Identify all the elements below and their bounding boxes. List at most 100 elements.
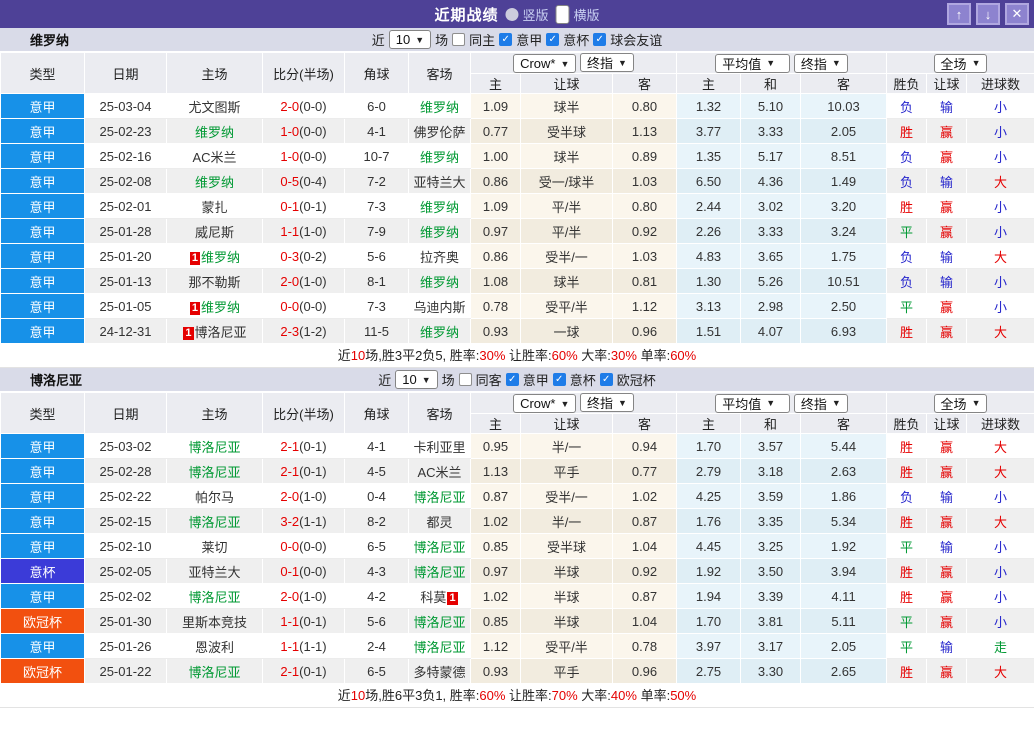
match-count-select[interactable]: 10 ▼ — [388, 30, 432, 49]
handicap-line: 球半 — [520, 143, 613, 169]
avg-source-select[interactable]: 平均值 ▼ — [715, 393, 791, 413]
fulltime-score: 2-0 — [280, 488, 300, 504]
avg-home-odds: 1.32 — [676, 93, 742, 119]
result-goals: 大 — [966, 508, 1034, 534]
avg-draw-odds: 3.33 — [740, 118, 802, 144]
checkbox-意杯[interactable]: ✓ — [546, 33, 560, 46]
handicap-line: 平手 — [520, 458, 613, 484]
column-header: 类型 — [0, 52, 85, 94]
result-outcome: 负 — [886, 268, 928, 294]
match-count-select[interactable]: 10 ▼ — [395, 370, 438, 389]
result-handicap: 赢 — [926, 318, 968, 344]
checkbox-意杯[interactable]: ✓ — [552, 373, 566, 386]
avg-away-odds: 1.49 — [800, 168, 888, 194]
fulltime-score: 0-5 — [280, 173, 300, 189]
avg-stage-select[interactable]: 终指 ▼ — [793, 393, 848, 413]
checkbox-意甲[interactable]: ✓ — [499, 33, 513, 46]
result-outcome: 负 — [886, 168, 928, 194]
move-up-button[interactable]: ↑ — [947, 3, 971, 25]
result-handicap: 输 — [926, 168, 968, 194]
team-name: 维罗纳 — [194, 174, 234, 190]
summary-text: 大率: — [577, 688, 611, 703]
away-team-cell: 多特蒙德 — [408, 658, 471, 684]
summary-text: 单率: — [636, 348, 671, 363]
checkbox-同客[interactable] — [458, 373, 472, 386]
team-name: 恩波利 — [194, 639, 234, 655]
avg-home-odds: 1.70 — [676, 433, 742, 459]
home-team-cell: 博洛尼亚 — [166, 583, 263, 609]
handicap-home-odds: 1.02 — [470, 583, 521, 609]
match-date: 25-02-23 — [84, 118, 167, 144]
avg-source-select-value: 平均值 — [722, 396, 762, 412]
checkbox-意甲[interactable]: ✓ — [505, 373, 519, 386]
checkbox-球会友谊[interactable]: ✓ — [593, 33, 607, 46]
team-name: 威尼斯 — [194, 224, 234, 240]
checkbox-欧冠杯[interactable]: ✓ — [599, 373, 613, 386]
avg-source-select[interactable]: 平均值 ▼ — [715, 53, 791, 73]
period-select[interactable]: 全场 ▼ — [933, 393, 988, 413]
summary-highlight: 70% — [551, 688, 578, 703]
odds-source-select[interactable]: Crow* ▼ — [513, 54, 577, 73]
avg-home-odds: 3.97 — [676, 633, 742, 659]
near-label: 近 — [371, 33, 385, 48]
away-team-cell: 博洛尼亚 — [408, 533, 471, 559]
result-goals: 大 — [966, 433, 1034, 459]
away-team-cell: 维罗纳 — [408, 93, 471, 119]
section-header-0: 维罗纳近 10 ▼ 场同主 ✓ 意甲 ✓ 意杯 ✓ 球会友谊 — [0, 28, 1034, 52]
odds-source-select-value: Crow* — [520, 56, 556, 71]
checkbox-同主[interactable] — [452, 33, 466, 46]
away-team-cell: 维罗纳 — [408, 318, 471, 344]
result-outcome: 负 — [886, 243, 928, 269]
handicap-away-odds: 0.87 — [611, 583, 678, 609]
column-header: 主场 — [166, 392, 263, 434]
corners-cell: 4-2 — [344, 583, 409, 609]
score-cell: 0-3(0-2) — [262, 243, 345, 269]
handicap-line: 球半 — [520, 268, 613, 294]
summary-highlight: 30% — [479, 348, 506, 363]
summary-highlight: 60% — [670, 348, 697, 363]
view-option-horizontal[interactable]: 横版 — [555, 4, 600, 24]
halftime-score: (0-0) — [299, 538, 327, 554]
result-handicap: 赢 — [926, 458, 968, 484]
odds-stage-select[interactable]: 终指 ▼ — [580, 53, 634, 72]
match-row: 意甲 25-01-05 1 维罗纳 0-0(0-0) 7-3 乌迪内斯 0.78 受平/半 1.1… — [0, 293, 1034, 319]
league-badge: 意甲 — [0, 93, 85, 119]
halftime-score: (1-0) — [299, 273, 327, 289]
move-down-button[interactable]: ↓ — [976, 3, 1000, 25]
odds-stage-select[interactable]: 终指 ▼ — [580, 393, 634, 412]
away-team-cell: 亚特兰大 — [408, 168, 471, 194]
result-handicap: 赢 — [926, 293, 968, 319]
away-team-cell: 卡利亚里 — [408, 433, 471, 459]
team-name: 尤文图斯 — [188, 99, 241, 115]
avg-draw-odds: 3.50 — [740, 558, 802, 584]
handicap-line: 受半/一 — [520, 243, 613, 269]
team-name: 维罗纳 — [419, 149, 459, 165]
radio-selected-icon — [555, 4, 570, 24]
avg-draw-odds: 3.35 — [740, 508, 802, 534]
games-label: 场 — [441, 373, 455, 388]
column-header: 比分(半场) — [262, 392, 345, 434]
corners-cell: 4-1 — [344, 433, 409, 459]
halftime-score: (0-0) — [299, 123, 327, 139]
avg-stage-select-value: 终指 — [800, 56, 827, 72]
chevron-down-icon: ▼ — [421, 374, 431, 385]
league-badge: 意甲 — [0, 433, 85, 459]
handicap-home-odds: 0.93 — [470, 658, 521, 684]
close-button[interactable]: ✕ — [1005, 3, 1029, 25]
away-team-cell: 都灵 — [408, 508, 471, 534]
team-name: 博洛尼亚 — [188, 439, 241, 455]
period-select[interactable]: 全场 ▼ — [933, 53, 988, 73]
match-row: 欧冠杯 25-01-30 里斯本竞技 1-1(0-1) 5-6 博洛尼亚 0.85 半球 1.0… — [0, 608, 1034, 634]
chevron-down-icon: ▼ — [618, 57, 627, 68]
odds-source-select[interactable]: Crow* ▼ — [513, 394, 577, 413]
odds-stage-select-value: 终指 — [587, 56, 614, 71]
avg-stage-select[interactable]: 终指 ▼ — [793, 53, 848, 73]
summary-highlight: 60% — [479, 688, 506, 703]
away-team-cell: 博洛尼亚 — [408, 633, 471, 659]
column-header: 日期 — [84, 392, 167, 434]
match-row: 意甲 25-02-23 维罗纳 1-0(0-0) 4-1 佛罗伦萨 0.77 受半球 1.13 3… — [0, 118, 1034, 144]
result-outcome: 胜 — [886, 508, 928, 534]
handicap-line: 球半 — [520, 93, 613, 119]
view-option-vertical[interactable]: 竖版 — [505, 5, 549, 24]
avg-group-header: 平均值 ▼ 终指 ▼ — [676, 392, 888, 414]
